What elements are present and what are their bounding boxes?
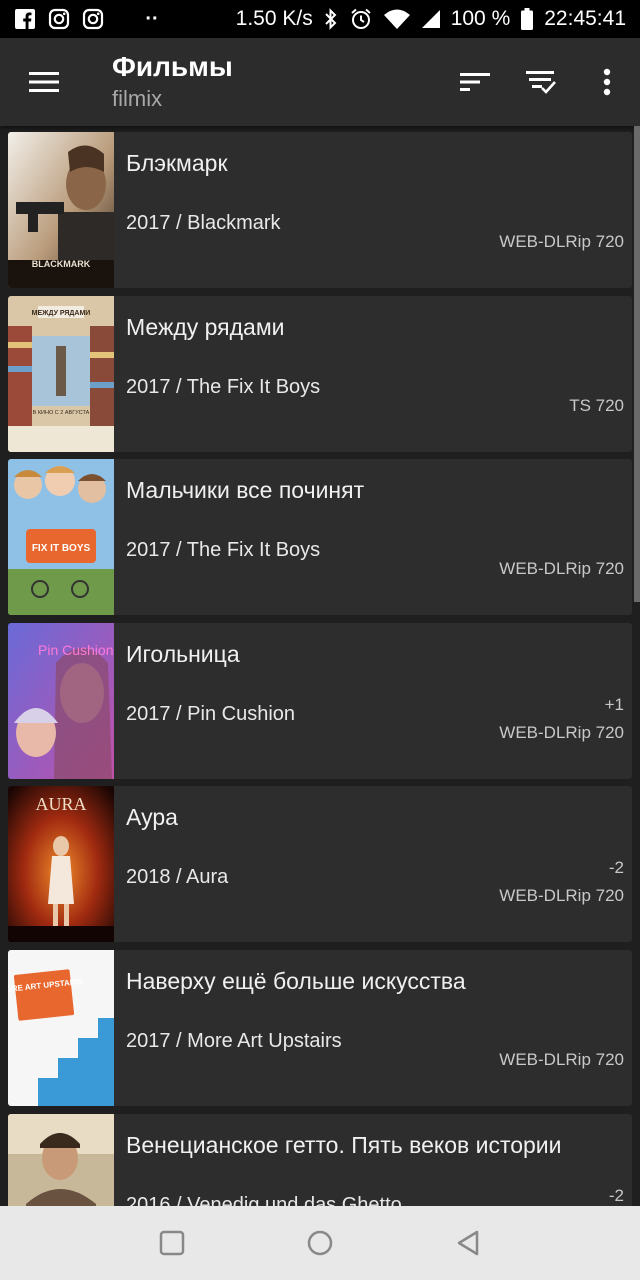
- movie-title: Аура: [126, 804, 178, 830]
- screen: ·· 1.50 K/s 100 % 22:45:41 Фильмы filmix…: [0, 0, 640, 1280]
- movie-card-more-art-upstairs[interactable]: MORE ART UPSTAIRS Наверху ещё больше иск…: [8, 950, 632, 1106]
- status-bar: ·· 1.50 K/s 100 % 22:45:41: [0, 0, 640, 38]
- page-title: Фильмы: [112, 51, 233, 82]
- poster-title: МЕЖДУ РЯДАМИ: [32, 310, 91, 317]
- back-icon: [457, 1230, 479, 1256]
- movie-title: Наверху ещё больше искусства: [126, 968, 466, 994]
- movie-year-original: 2017 / The Fix It Boys: [126, 539, 321, 561]
- back-button[interactable]: [448, 1223, 488, 1263]
- home-button[interactable]: [300, 1223, 340, 1263]
- home-icon: [307, 1230, 333, 1256]
- movie-poster: BLACKMARK: [8, 132, 114, 288]
- movie-card-pin-cushion[interactable]: Pin Cushion Игольница 2017 / Pin Cushion…: [8, 623, 632, 779]
- movie-quality: WEB-DLRip 720: [499, 559, 624, 578]
- poster-title: FIX IT BOYS: [32, 543, 91, 554]
- recents-button[interactable]: [152, 1223, 192, 1263]
- movie-title: Блэкмарк: [126, 150, 228, 176]
- sort-icon: [460, 73, 490, 91]
- instagram-icon: [48, 8, 70, 30]
- more-vert-icon: [603, 68, 611, 96]
- movie-quality: WEB-DLRip 720: [499, 723, 624, 742]
- alarm-icon: [349, 7, 373, 31]
- notification-dots: ··: [145, 7, 159, 30]
- battery-icon: [520, 7, 534, 31]
- battery-level: 100 %: [450, 7, 511, 30]
- poster-title: BLACKMARK: [32, 259, 91, 269]
- movie-year-original: 2017 / The Fix It Boys: [126, 376, 321, 398]
- movie-title: Между рядами: [126, 314, 285, 340]
- bluetooth-icon: [323, 7, 339, 31]
- app-toolbar: Фильмы filmix: [0, 38, 640, 126]
- movie-poster: FIX IT BOYS: [8, 459, 114, 615]
- poster-release: В КИНО С 2 АВГУСТА: [33, 410, 90, 416]
- movie-card-blackmark[interactable]: BLACKMARK Блэкмарк 2017 / Blackmark WEB-…: [8, 132, 632, 288]
- movie-rating: -2: [608, 1186, 624, 1205]
- movie-quality: WEB-DLRip 720: [499, 1050, 624, 1069]
- filter-check-icon: [526, 71, 556, 94]
- movie-title: Мальчики все починят: [126, 477, 365, 503]
- movie-card-fix-it-boys[interactable]: FIX IT BOYS Мальчики все починят 2017 / …: [8, 459, 632, 615]
- movie-year-original: 2018 / Aura: [126, 866, 229, 888]
- page-subtitle: filmix: [112, 86, 163, 111]
- filter-button[interactable]: [508, 38, 574, 126]
- movie-list[interactable]: BLACKMARK Блэкмарк 2017 / Blackmark WEB-…: [0, 126, 640, 1206]
- movie-quality: WEB-DLRip 720: [499, 886, 624, 905]
- movie-quality: WEB-DLRip 720: [499, 232, 624, 251]
- wifi-icon: [383, 8, 411, 30]
- movie-rating: +1: [604, 695, 624, 714]
- movie-card-venice-ghetto[interactable]: Венецианское гетто. Пять веков истории 2…: [8, 1114, 632, 1206]
- movie-poster: MORE ART UPSTAIRS: [8, 950, 114, 1106]
- poster-title: Pin Cushion: [38, 642, 114, 658]
- menu-icon: [29, 72, 59, 92]
- movie-poster: [8, 1114, 114, 1206]
- movie-title: Игольница: [126, 641, 240, 667]
- network-speed: 1.50 K/s: [235, 7, 313, 30]
- facebook-icon: [14, 8, 36, 30]
- movie-year-original: 2017 / Blackmark: [126, 212, 281, 234]
- movie-poster: МЕЖДУ РЯДАМИ В КИНО С 2 АВГУСТА: [8, 296, 114, 452]
- movie-quality: TS 720: [569, 396, 624, 415]
- movie-card-aura[interactable]: AURA Аура 2018 / Aura -2 WEB-DLRip 720: [8, 786, 632, 942]
- movie-year-original: 2016 / Venedig und das Ghetto: [126, 1194, 402, 1206]
- poster-title: AURA: [35, 794, 86, 814]
- sort-button[interactable]: [442, 38, 508, 126]
- scrollbar[interactable]: [634, 126, 640, 602]
- movie-poster: AURA: [8, 786, 114, 942]
- movie-year-original: 2017 / More Art Upstairs: [126, 1030, 342, 1052]
- movie-poster: Pin Cushion: [8, 623, 114, 779]
- menu-button[interactable]: [0, 38, 88, 126]
- movie-year-original: 2017 / Pin Cushion: [126, 703, 296, 725]
- movie-rating: -2: [608, 858, 624, 877]
- recents-icon: [159, 1230, 185, 1256]
- instagram-icon: [82, 8, 104, 30]
- more-options-button[interactable]: [574, 38, 640, 126]
- toolbar-titles: Фильмы filmix: [88, 50, 442, 114]
- signal-icon: [421, 8, 441, 30]
- movie-title: Венецианское гетто. Пять веков истории: [126, 1132, 562, 1158]
- system-nav-bar: [0, 1206, 640, 1280]
- clock: 22:45:41: [544, 7, 626, 30]
- movie-card-mezhdu-ryadami[interactable]: МЕЖДУ РЯДАМИ В КИНО С 2 АВГУСТА Между ря…: [8, 296, 632, 452]
